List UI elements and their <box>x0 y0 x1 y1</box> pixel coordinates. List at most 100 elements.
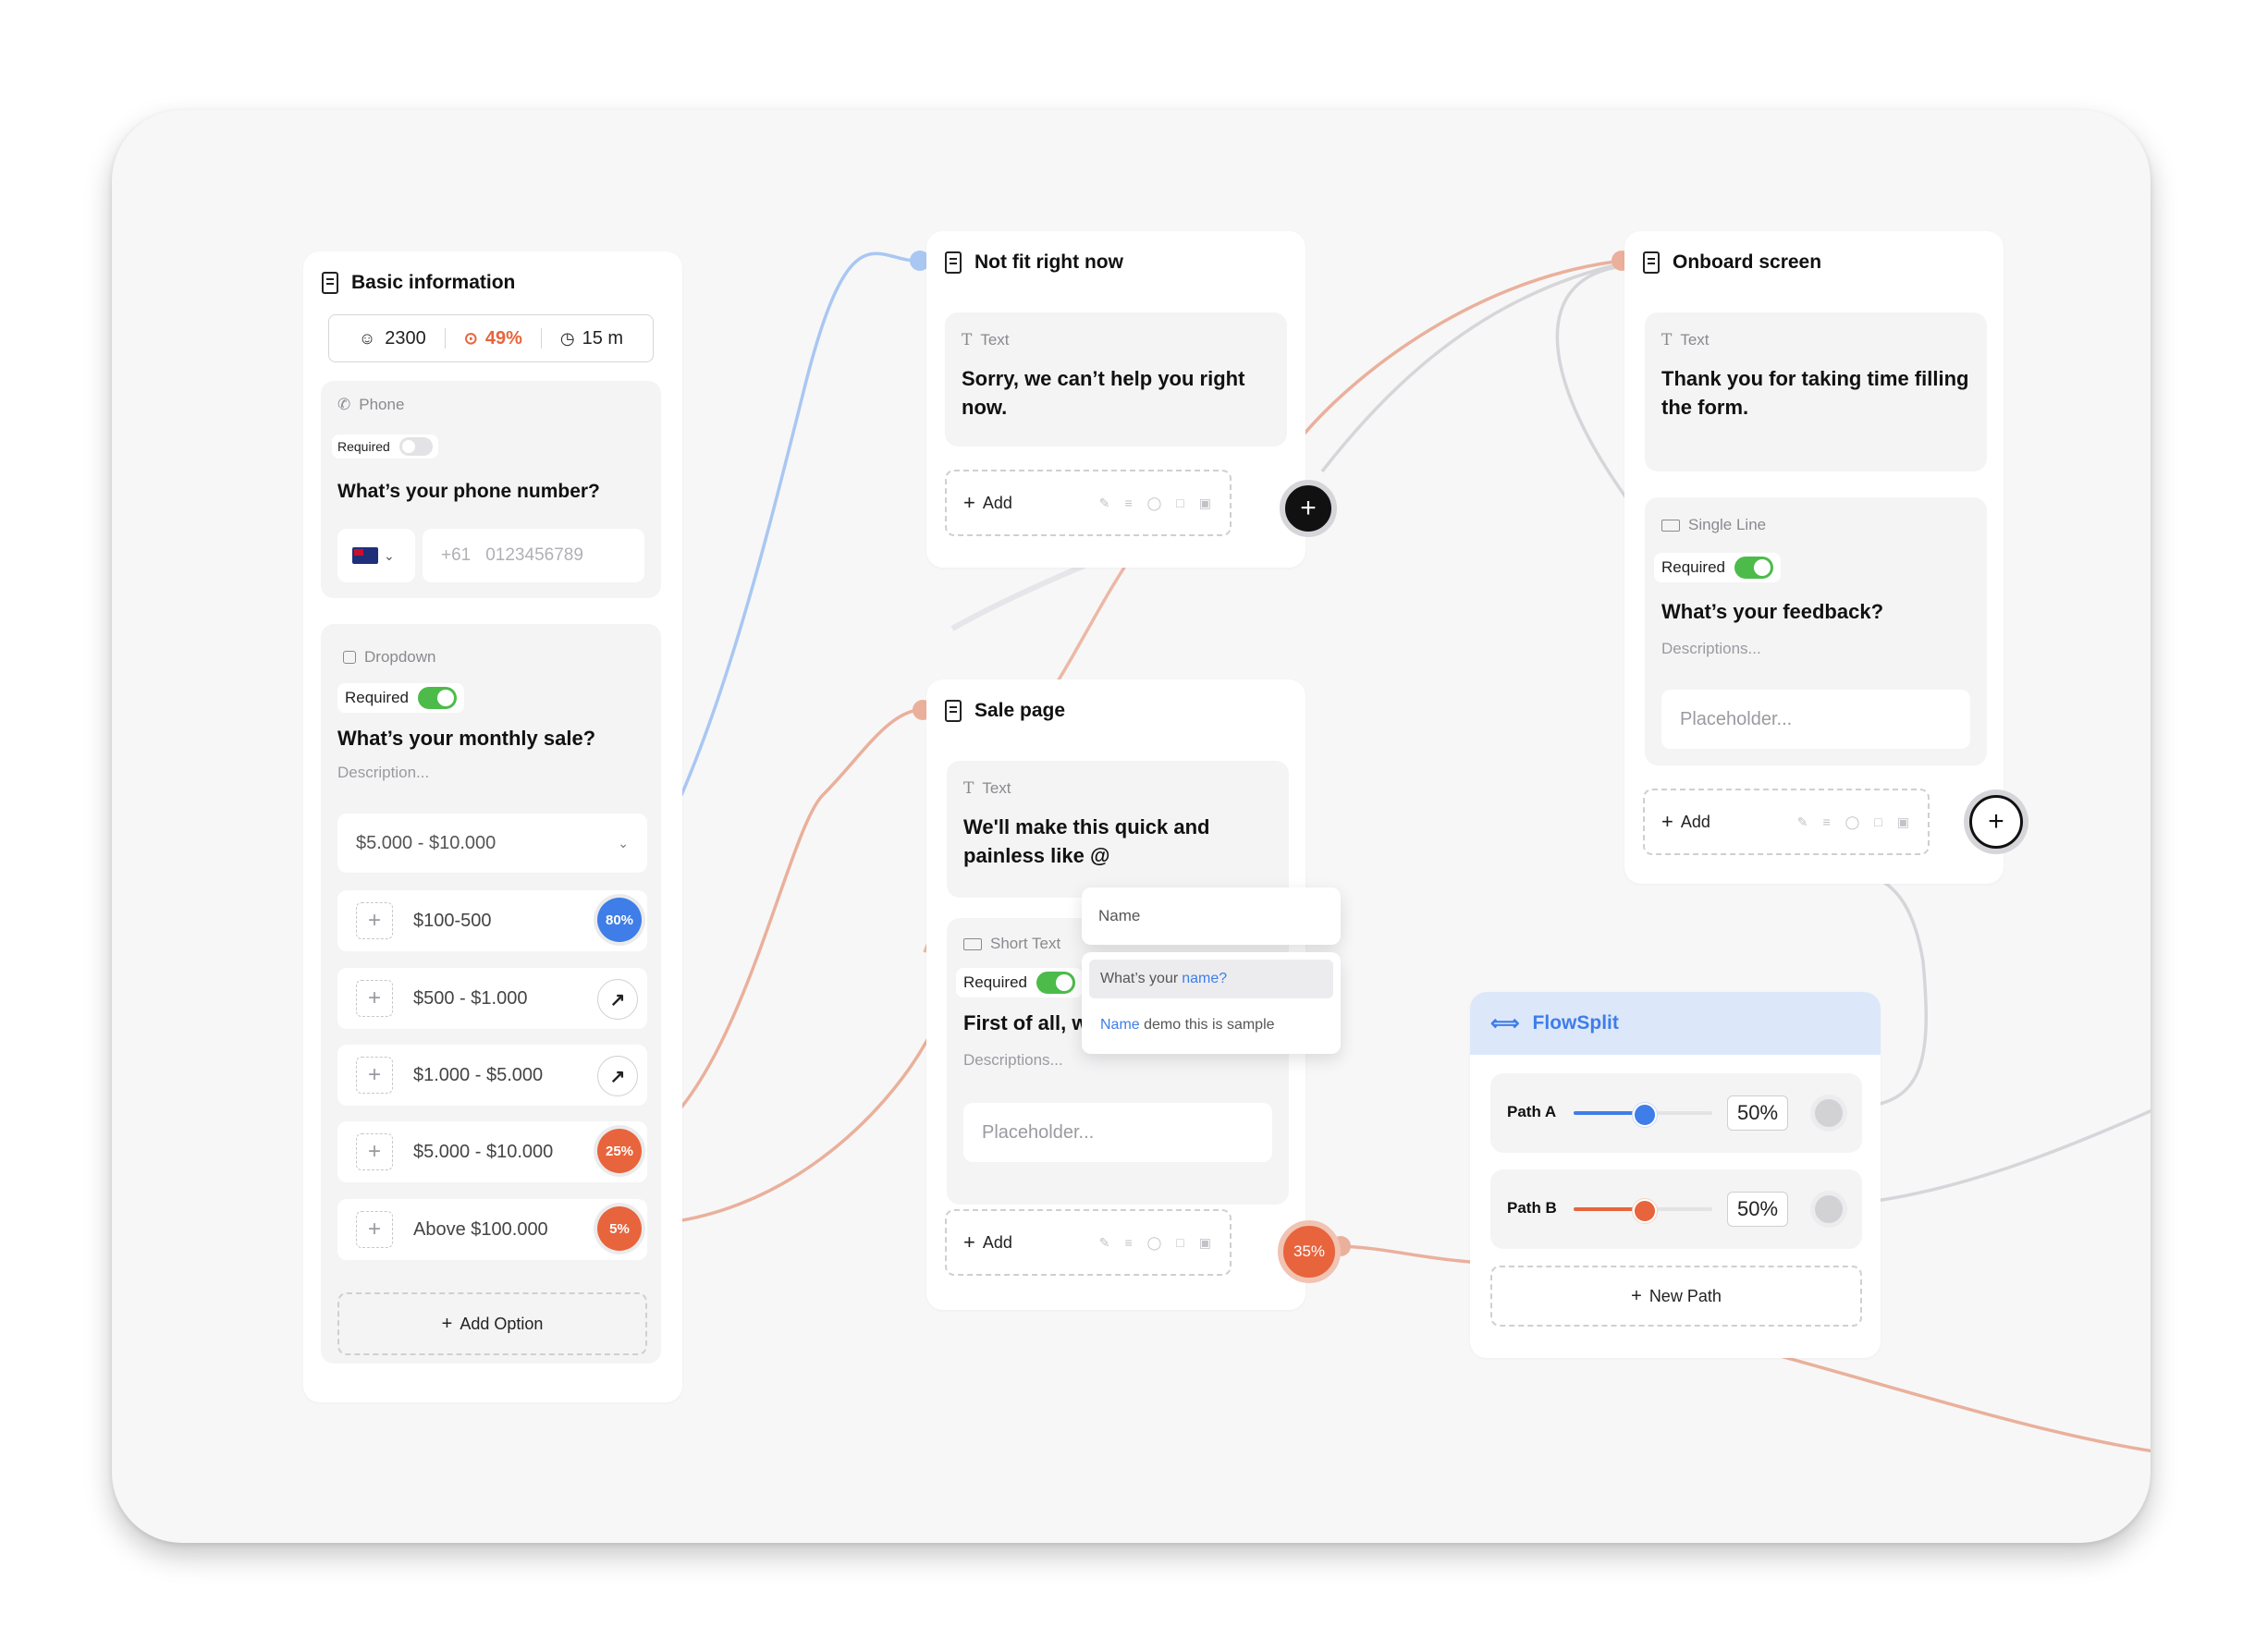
required-toggle[interactable] <box>418 687 457 709</box>
split-icon: ⟺ <box>1490 1011 1520 1034</box>
card-onboard-screen[interactable]: Onboard screen T Text Thank you for taki… <box>1624 231 2004 884</box>
field-type-icons: ✎ ≡ ◯ □ ▣ <box>1098 495 1211 510</box>
text-body: We'll make this quick and painless like … <box>963 815 1210 867</box>
field-type-icons: ✎ ≡ ◯ □ ▣ <box>1098 1234 1211 1250</box>
required-toggle[interactable] <box>1734 557 1773 579</box>
phone-block[interactable]: ✆ Phone Required What’s your phone numbe… <box>321 381 661 598</box>
plus-icon[interactable]: + <box>356 1057 393 1094</box>
required-toggle[interactable] <box>398 437 433 456</box>
mention-search[interactable]: Name <box>1082 887 1341 945</box>
add-node-button[interactable]: + <box>1969 795 2023 849</box>
path-port[interactable] <box>1810 1095 1847 1132</box>
percent-badge[interactable]: 5% <box>597 1206 642 1251</box>
document-icon <box>1643 251 1660 274</box>
text-block[interactable]: T Text Sorry, we can’t help you right no… <box>945 312 1287 447</box>
text-type-tag: T Text <box>963 779 1011 798</box>
dropdown-select[interactable]: $5.000 - $10.000 ⌄ <box>337 814 647 873</box>
path-row[interactable]: Path A 50% <box>1490 1073 1862 1153</box>
option-row[interactable]: + Above $100.000 5% <box>337 1199 647 1260</box>
option-row[interactable]: + $1.000 - $5.000 ↗ <box>337 1045 647 1106</box>
short-text-icon <box>963 937 982 950</box>
card-title: Basic information <box>351 272 516 293</box>
add-node-button[interactable]: + <box>1280 480 1337 537</box>
text-t-icon: T <box>962 331 973 349</box>
stats-bar: ☺ 2300 ⊙ 49% ◷ 15 m <box>328 314 654 362</box>
plus-icon[interactable]: + <box>356 902 393 939</box>
mention-option[interactable]: What’s your name ? <box>1089 960 1333 998</box>
text-block[interactable]: T Text Thank you for taking time filling… <box>1645 312 1987 471</box>
plus-icon: + <box>963 1230 975 1254</box>
card-title: Not fit right now <box>974 251 1123 273</box>
mention-dropdown[interactable]: What’s your name ? Name demo this is sam… <box>1082 952 1341 1054</box>
text-body: Sorry, we can’t help you right now. <box>962 367 1245 419</box>
short-text-type-tag: Short Text <box>963 935 1060 953</box>
plus-icon: + <box>1661 810 1673 833</box>
connect-icon[interactable]: ↗ <box>597 1056 638 1096</box>
question-text: What’s your phone number? <box>337 481 600 502</box>
plus-icon: + <box>1631 1285 1642 1306</box>
user-icon: ☺ <box>358 328 376 348</box>
stat-time: 15 m <box>582 327 624 349</box>
clock-icon: ◷ <box>559 328 575 348</box>
text-type-tag: T Text <box>962 331 1010 349</box>
card-title: Sale page <box>974 700 1066 721</box>
mention-option[interactable]: Name demo this is sample <box>1100 1017 1275 1034</box>
required-toggle-row[interactable]: Required <box>337 683 464 713</box>
plus-icon[interactable]: + <box>356 1133 393 1170</box>
required-toggle-row[interactable]: Required <box>956 968 1083 997</box>
card-header: Sale page <box>945 700 1065 722</box>
add-field-button[interactable]: + Add ✎ ≡ ◯ □ ▣ <box>1643 789 1930 855</box>
card-flowsplit[interactable]: ⟺ FlowSplit Path A 50% Path B 50% + New … <box>1470 992 1881 1358</box>
chevron-down-icon: ⌄ <box>384 547 395 563</box>
new-path-button[interactable]: + New Path <box>1490 1266 1862 1327</box>
path-slider[interactable] <box>1574 1199 1712 1223</box>
option-row[interactable]: + $500 - $1.000 ↗ <box>337 968 647 1029</box>
option-row[interactable]: + $5.000 - $10.000 25% <box>337 1121 647 1182</box>
add-field-button[interactable]: + Add ✎ ≡ ◯ □ ▣ <box>945 1209 1232 1276</box>
text-t-icon: T <box>963 779 974 798</box>
dropdown-icon <box>343 651 356 664</box>
plus-icon: + <box>441 1313 453 1334</box>
document-icon <box>945 251 962 274</box>
percent-badge[interactable]: 80% <box>597 898 642 942</box>
slider-thumb[interactable] <box>1633 1199 1657 1223</box>
description-text: Description... <box>337 764 430 781</box>
percent-badge[interactable]: 35% <box>1278 1220 1341 1283</box>
single-line-block[interactable]: Single Line Required What’s your feedbac… <box>1645 497 1987 765</box>
text-input[interactable]: Placeholder... <box>963 1103 1272 1162</box>
question-text: What’s your monthly sale? <box>337 727 596 750</box>
required-toggle-row[interactable]: Required <box>1654 553 1781 582</box>
connect-icon[interactable]: ↗ <box>597 979 638 1020</box>
phone-type-tag: ✆ Phone <box>337 396 405 413</box>
flowsplit-header: ⟺ FlowSplit <box>1470 992 1881 1055</box>
option-row[interactable]: + $100-500 80% <box>337 890 647 951</box>
text-block[interactable]: T Text We'll make this quick and painles… <box>947 761 1289 898</box>
card-title: Onboard screen <box>1673 251 1822 273</box>
path-port[interactable] <box>1810 1191 1847 1228</box>
add-option-button[interactable]: + Add Option <box>337 1292 647 1355</box>
required-toggle-row[interactable]: Required <box>332 434 438 459</box>
plus-icon[interactable]: + <box>356 1211 393 1248</box>
stat-rate: 49% <box>484 327 522 349</box>
dropdown-type-tag: Dropdown <box>343 648 436 667</box>
plus-icon: + <box>963 491 975 514</box>
country-select[interactable]: ⌄ <box>337 529 415 582</box>
path-slider[interactable] <box>1574 1103 1712 1127</box>
percent-input[interactable]: 50% <box>1727 1095 1788 1131</box>
plus-icon[interactable]: + <box>356 980 393 1017</box>
percent-input[interactable]: 50% <box>1727 1192 1788 1227</box>
percent-badge[interactable]: 25% <box>597 1129 642 1173</box>
phone-icon: ✆ <box>337 396 351 413</box>
single-line-type-tag: Single Line <box>1661 516 1766 534</box>
chevron-down-icon: ⌄ <box>618 835 629 850</box>
field-type-icons: ✎ ≡ ◯ □ ▣ <box>1796 814 1909 829</box>
add-field-button[interactable]: + Add ✎ ≡ ◯ □ ▣ <box>945 470 1232 536</box>
phone-input[interactable]: +61 0123456789 <box>423 529 644 582</box>
required-toggle[interactable] <box>1036 972 1075 994</box>
slider-thumb[interactable] <box>1633 1103 1657 1127</box>
path-row[interactable]: Path B 50% <box>1490 1169 1862 1249</box>
card-header: Not fit right now <box>945 251 1123 274</box>
card-not-fit[interactable]: Not fit right now T Text Sorry, we can’t… <box>926 231 1305 568</box>
stat-users: 2300 <box>385 327 426 349</box>
text-input[interactable]: Placeholder... <box>1661 690 1970 749</box>
